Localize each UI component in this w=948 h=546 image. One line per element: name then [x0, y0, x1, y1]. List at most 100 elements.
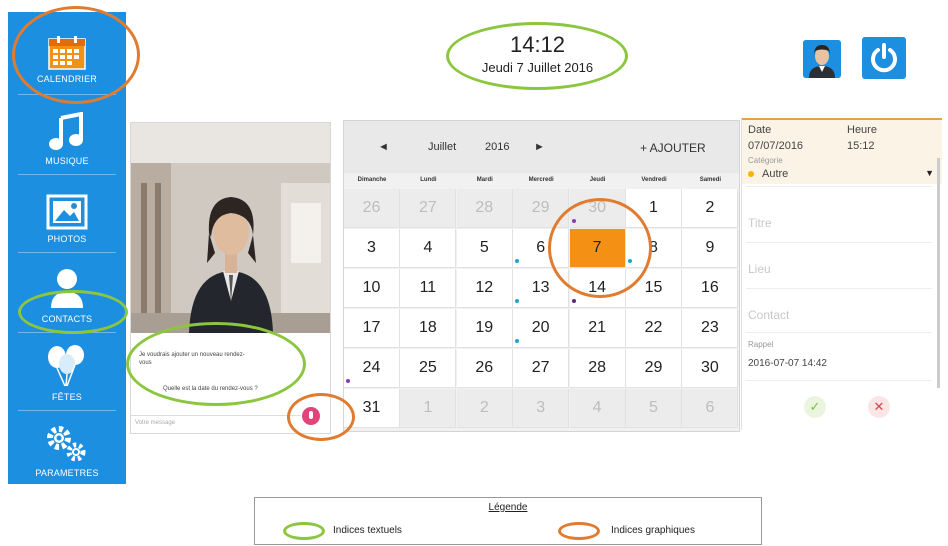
calendar-day[interactable]: 3 — [513, 389, 570, 428]
sidebar-item-label: PHOTOS — [47, 234, 87, 244]
calendar-month: Juillet — [428, 141, 457, 153]
calendar-day[interactable]: 26 — [344, 189, 400, 228]
chevron-down-icon: ▼ — [925, 168, 934, 178]
music-note-icon — [49, 112, 85, 152]
event-indicator-dot — [346, 379, 350, 383]
divider — [746, 186, 932, 187]
title-field[interactable]: Titre — [748, 216, 772, 230]
graphic-cue-ring-mic — [287, 393, 355, 441]
calendar-day[interactable]: 18 — [400, 309, 457, 348]
category-label: Catégorie — [748, 156, 783, 165]
calendar-day[interactable]: 2 — [456, 389, 513, 428]
calendar-day[interactable]: 4 — [569, 389, 626, 428]
next-month-button[interactable]: ► — [534, 141, 545, 153]
sidebar-item-parties[interactable]: FÊTES — [8, 330, 126, 408]
divider — [746, 288, 932, 289]
legend-green-ring — [283, 522, 325, 540]
weekday-name: Vendredi — [641, 177, 667, 183]
sidebar-item-label: MUSIQUE — [45, 156, 89, 166]
calendar-day[interactable]: 28 — [456, 189, 513, 228]
calendar-day[interactable]: 5 — [626, 389, 682, 428]
calendar-day[interactable]: 29 — [626, 349, 682, 388]
calendar: ◄ Juillet 2016 ► + AJOUTER Dimanche Lundi… — [343, 120, 740, 432]
date-field[interactable]: 07/07/2016 — [748, 140, 803, 152]
calendar-day[interactable]: 25 — [400, 349, 457, 388]
calendar-grid: 26 27 28 29 30 1 2 3 4 5 6 7 8 9 10 11 12 13 14 15 16 17 18 19 2… — [344, 189, 739, 431]
textual-cue-ring-contacts — [18, 290, 128, 334]
calendar-day[interactable]: 6 — [682, 389, 739, 428]
event-form: Date 07/07/2016 Heure 15:12 Catégorie Au… — [741, 118, 942, 430]
weekday-name: Samedi — [699, 177, 722, 183]
calendar-day[interactable]: 10 — [344, 269, 400, 308]
sidebar-item-photos[interactable]: PHOTOS — [8, 172, 126, 250]
legend-graphic-label: Indices graphiques — [611, 525, 695, 536]
category-color-dot — [748, 171, 754, 177]
sidebar-item-music[interactable]: MUSIQUE — [8, 94, 126, 172]
category-select[interactable]: Autre ▼ — [746, 168, 936, 182]
graphic-cue-ring-today — [548, 198, 652, 298]
balloons-icon — [45, 344, 89, 388]
cancel-button[interactable]: ✕ — [868, 396, 890, 418]
calendar-day[interactable]: 28 — [569, 349, 626, 388]
calendar-day[interactable]: 2 — [682, 189, 739, 228]
user-avatar-icon — [803, 40, 841, 78]
place-field[interactable]: Lieu — [748, 262, 771, 276]
event-indicator-dot — [571, 299, 576, 303]
calendar-day[interactable]: 17 — [344, 309, 400, 348]
calendar-day[interactable]: 1 — [400, 389, 457, 428]
legend: Légende Indices textuels Indices graphiq… — [254, 497, 762, 545]
reminder-label: Rappel — [748, 340, 774, 349]
calendar-day[interactable]: 20 — [513, 309, 570, 348]
calendar-header: ◄ Juillet 2016 ► + AJOUTER — [344, 121, 739, 173]
calendar-day[interactable]: 24 — [344, 349, 400, 388]
calendar-day[interactable]: 30 — [682, 349, 739, 388]
legend-textual-label: Indices textuels — [333, 525, 402, 536]
user-avatar-button[interactable] — [803, 40, 841, 78]
calendar-day[interactable]: 23 — [682, 309, 739, 348]
gears-icon — [45, 424, 89, 464]
virtual-agent-image — [131, 123, 330, 333]
legend-orange-ring — [558, 522, 600, 540]
sidebar-item-label: FÊTES — [51, 392, 82, 402]
calendar-year: 2016 — [485, 141, 510, 153]
hour-field[interactable]: 15:12 — [847, 140, 875, 152]
power-button[interactable] — [862, 37, 906, 79]
calendar-day[interactable]: 16 — [682, 269, 739, 308]
sidebar-item-settings[interactable]: PARAMETRES — [8, 406, 126, 484]
calendar-day[interactable]: 3 — [344, 229, 400, 268]
picture-icon — [46, 194, 88, 230]
calendar-day[interactable]: 26 — [456, 349, 513, 388]
form-scrollbar[interactable] — [937, 158, 940, 388]
add-event-button[interactable]: + AJOUTER — [640, 141, 706, 155]
calendar-day[interactable]: 27 — [513, 349, 570, 388]
previous-month-button[interactable]: ◄ — [378, 141, 389, 153]
category-value: Autre — [762, 168, 789, 180]
divider — [746, 332, 932, 333]
legend-title: Légende — [488, 502, 528, 513]
chat-input[interactable]: Votre message — [131, 415, 301, 431]
divider — [746, 242, 932, 243]
confirm-button[interactable]: ✓ — [804, 396, 826, 418]
graphic-cue-ring-calendar — [12, 6, 140, 104]
calendar-day[interactable]: 5 — [456, 229, 513, 268]
weekday-name: Mardi — [476, 177, 493, 183]
calendar-day[interactable]: 21 — [569, 309, 626, 348]
contact-field[interactable]: Contact — [748, 308, 789, 322]
calendar-day[interactable]: 22 — [626, 309, 682, 348]
calendar-day[interactable]: 12 — [456, 269, 513, 308]
sidebar-item-label: PARAMETRES — [35, 468, 99, 478]
calendar-day[interactable]: 4 — [400, 229, 457, 268]
weekday-name: Mercredi — [528, 177, 554, 183]
calendar-day[interactable]: 27 — [400, 189, 457, 228]
weekday-name: Lundi — [420, 177, 437, 183]
textual-cue-ring-clock — [446, 22, 628, 90]
hour-label: Heure — [847, 124, 877, 136]
calendar-day[interactable]: 9 — [682, 229, 739, 268]
divider — [746, 380, 932, 381]
reminder-field[interactable]: 2016-07-07 14:42 — [748, 358, 827, 369]
power-icon — [871, 43, 897, 73]
weekday-name: Jeudi — [589, 177, 606, 183]
calendar-day[interactable]: 19 — [456, 309, 513, 348]
textual-cue-ring-chat — [126, 322, 306, 406]
calendar-day[interactable]: 11 — [400, 269, 457, 308]
